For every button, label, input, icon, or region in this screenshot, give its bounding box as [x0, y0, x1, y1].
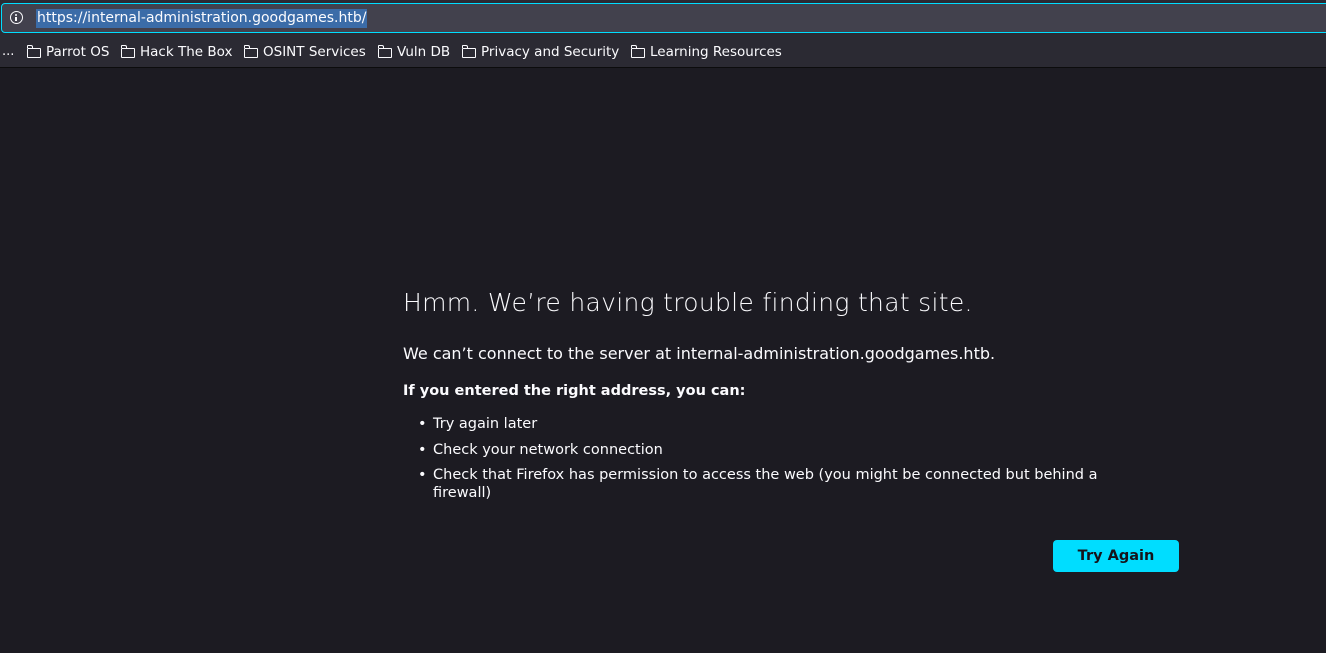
folder-icon [630, 44, 645, 58]
list-item: Check your network connection [403, 441, 1143, 459]
folder-icon [26, 44, 41, 58]
bookmark-label: Hack The Box [140, 44, 233, 60]
bookmark-label: Privacy and Security [481, 44, 620, 60]
bookmark-folder-osint-services[interactable]: OSINT Services [243, 44, 366, 61]
bookmarks-toolbar: ... Parrot OS Hack The Box OSINT Service… [0, 38, 1326, 68]
folder-icon [243, 44, 258, 58]
error-hint: If you entered the right address, you ca… [403, 383, 746, 399]
suggestion-list: Try again later Check your network conne… [403, 415, 1143, 510]
error-description: We can’t connect to the server at intern… [403, 344, 996, 363]
bookmarks-overflow-button[interactable]: ... [2, 44, 14, 59]
folder-icon [120, 44, 135, 58]
error-title: Hmm. We’re having trouble finding that s… [403, 288, 973, 317]
info-icon[interactable] [10, 11, 23, 24]
bookmark-label: Learning Resources [650, 44, 782, 60]
bookmark-label: Vuln DB [397, 44, 451, 60]
navigation-toolbar: https://internal-administration.goodgame… [0, 0, 1326, 38]
try-again-button[interactable]: Try Again [1053, 540, 1179, 572]
bookmark-folder-learning-resources[interactable]: Learning Resources [630, 44, 782, 61]
bookmark-label: OSINT Services [263, 44, 366, 60]
url-bar[interactable]: https://internal-administration.goodgame… [1, 3, 1326, 33]
list-item: Try again later [403, 415, 1143, 433]
bookmark-folder-privacy-and-security[interactable]: Privacy and Security [461, 44, 620, 61]
bookmark-folder-vuln-db[interactable]: Vuln DB [377, 44, 451, 61]
bookmark-folder-parrot-os[interactable]: Parrot OS [26, 44, 110, 61]
folder-icon [377, 44, 392, 58]
list-item: Check that Firefox has permission to acc… [403, 466, 1143, 502]
bookmark-folder-hack-the-box[interactable]: Hack The Box [120, 44, 233, 61]
folder-icon [461, 44, 476, 58]
url-input[interactable]: https://internal-administration.goodgame… [36, 9, 368, 28]
bookmark-label: Parrot OS [46, 44, 110, 60]
